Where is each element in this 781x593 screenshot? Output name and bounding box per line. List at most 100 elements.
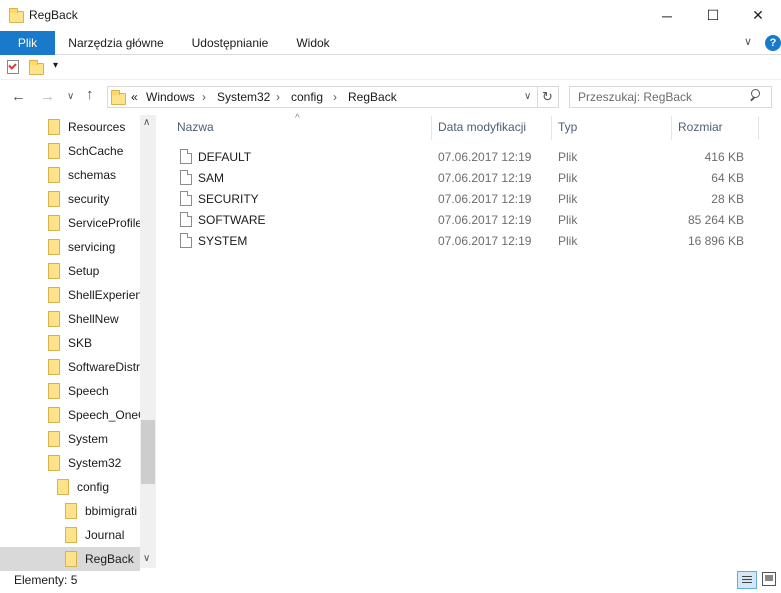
file-icon	[180, 149, 192, 164]
sidebar-item-journal[interactable]: Journal	[0, 523, 140, 547]
sidebar-item-schcache[interactable]: SchCache	[0, 139, 140, 163]
folder-icon	[48, 311, 60, 327]
sidebar-item-label: SKB	[68, 336, 93, 350]
sidebar-item-label: security	[68, 192, 110, 206]
help-icon[interactable]: ?	[765, 35, 781, 51]
scroll-down-icon[interactable]: ∨	[143, 553, 150, 564]
column-type[interactable]: Typ	[558, 120, 577, 134]
sidebar-item-softwaredistr[interactable]: SoftwareDistr	[0, 355, 140, 379]
folder-icon	[57, 479, 69, 495]
sidebar-item-shellexperien[interactable]: ShellExperien	[0, 283, 140, 307]
sort-ascending-icon: ^	[295, 113, 300, 124]
sidebar-item-system32[interactable]: System32	[0, 451, 140, 475]
sidebar-item-resources[interactable]: Resources	[0, 115, 140, 139]
folder-icon	[48, 167, 60, 183]
sidebar-item-bbimigrati[interactable]: bbimigrati	[0, 499, 140, 523]
folder-icon	[48, 191, 60, 207]
up-arrow-icon[interactable]: ↑	[86, 86, 94, 103]
sidebar-item-speech[interactable]: Speech	[0, 379, 140, 403]
file-type: Plik	[558, 150, 578, 164]
breadcrumb-system32[interactable]: System32	[217, 90, 270, 104]
forward-arrow-icon[interactable]: →	[40, 88, 55, 105]
chevron-right-icon[interactable]: ›	[202, 90, 206, 104]
file-size: 28 KB	[711, 192, 744, 206]
file-size: 16 896 KB	[687, 234, 744, 248]
folder-icon	[48, 335, 60, 351]
quick-access-toolbar: ▾	[0, 55, 781, 80]
sidebar-item-config[interactable]: config	[0, 475, 140, 499]
maximize-button[interactable]: ☐	[690, 0, 736, 31]
sidebar-item-label: Setup	[68, 264, 100, 278]
file-name: SECURITY	[198, 192, 259, 206]
breadcrumb-windows[interactable]: Windows	[146, 90, 195, 104]
details-view-icon[interactable]	[737, 571, 757, 589]
sidebar-scrollbar[interactable]	[140, 115, 156, 568]
search-box[interactable]: Przeszukaj: RegBack	[569, 86, 772, 108]
folder-icon	[65, 551, 77, 567]
navigation-pane[interactable]: Resources SchCache schemas security ServiceP…	[0, 115, 156, 571]
file-type: Plik	[558, 171, 578, 185]
file-row[interactable]: DEFAULT 07.06.2017 12:19 Plik 416 KB	[170, 146, 750, 167]
sidebar-item-servicing[interactable]: servicing	[0, 235, 140, 259]
sidebar-item-label: Resources	[68, 120, 126, 134]
sidebar-item-label: schemas	[68, 168, 117, 182]
new-folder-icon[interactable]	[29, 60, 44, 75]
breadcrumb-overflow[interactable]: «	[131, 90, 138, 104]
tab-view[interactable]: Widok	[287, 31, 339, 55]
column-date[interactable]: Data modyfikacji	[438, 120, 526, 134]
back-arrow-icon[interactable]: ←	[11, 88, 26, 105]
tab-share[interactable]: Udostępnianie	[180, 31, 280, 55]
sidebar-item-skb[interactable]: SKB	[0, 331, 140, 355]
minimize-button[interactable]: ─	[644, 0, 690, 31]
chevron-down-icon[interactable]: ∨	[744, 35, 752, 48]
search-input[interactable]: Przeszukaj: RegBack	[578, 90, 692, 104]
chevron-right-icon[interactable]: ›	[333, 90, 337, 104]
file-size: 416 KB	[704, 150, 744, 164]
sidebar-item-setup[interactable]: Setup	[0, 259, 140, 283]
sidebar-item-label: config	[77, 480, 110, 494]
sidebar-item-label: ServiceProfile	[68, 216, 140, 230]
recent-locations-icon[interactable]: ∨	[67, 91, 74, 102]
column-size[interactable]: Rozmiar	[678, 120, 723, 134]
customize-toolbar-icon[interactable]: ▾	[53, 60, 58, 71]
folder-icon	[48, 287, 60, 303]
file-name: SAM	[198, 171, 225, 185]
title-bar[interactable]: RegBack ─ ☐ ✕	[0, 0, 781, 31]
file-row[interactable]: SECURITY 07.06.2017 12:19 Plik 28 KB	[170, 188, 750, 209]
tab-home[interactable]: Narzędzia główne	[60, 31, 172, 55]
file-row[interactable]: SAM 07.06.2017 12:19 Plik 64 KB	[170, 167, 750, 188]
file-row[interactable]: SYSTEM 07.06.2017 12:19 Plik 16 896 KB	[170, 230, 750, 251]
sidebar-item-security[interactable]: security	[0, 187, 140, 211]
sidebar-scroll-thumb[interactable]	[141, 420, 155, 484]
large-icons-view-icon[interactable]	[762, 572, 776, 586]
properties-icon[interactable]	[7, 60, 19, 74]
folder-icon	[48, 383, 60, 399]
breadcrumb-config[interactable]: config	[291, 90, 323, 104]
sidebar-item-shellnew[interactable]: ShellNew	[0, 307, 140, 331]
scroll-up-icon[interactable]: ∧	[143, 117, 150, 128]
breadcrumb-regback[interactable]: RegBack	[348, 90, 397, 104]
folder-icon	[48, 263, 60, 279]
close-button[interactable]: ✕	[735, 0, 781, 31]
file-row[interactable]: SOFTWARE 07.06.2017 12:19 Plik 85 264 KB	[170, 209, 750, 230]
sidebar-item-label: System	[68, 432, 109, 446]
tab-file[interactable]: Plik	[0, 31, 55, 55]
file-name: SYSTEM	[198, 234, 248, 248]
chevron-right-icon[interactable]: ›	[276, 90, 280, 104]
sidebar-item-system[interactable]: System	[0, 427, 140, 451]
sidebar-item-label: SoftwareDistr	[68, 360, 140, 374]
folder-icon	[48, 431, 60, 447]
sidebar-item-label: RegBack	[85, 552, 134, 566]
file-icon	[180, 212, 192, 227]
refresh-icon[interactable]: ↻	[542, 89, 553, 105]
sidebar-item-schemas[interactable]: schemas	[0, 163, 140, 187]
sidebar-item-speech-onec[interactable]: Speech_OneC	[0, 403, 140, 427]
folder-icon	[48, 119, 60, 135]
column-name[interactable]: Nazwa	[177, 120, 214, 134]
address-bar[interactable]: « Windows › System32 › config › RegBack …	[107, 86, 559, 108]
sidebar-item-serviceprofile[interactable]: ServiceProfile	[0, 211, 140, 235]
sidebar-item-label: System32	[68, 456, 122, 470]
address-dropdown-icon[interactable]: ∨	[524, 91, 531, 102]
folder-icon	[48, 455, 60, 471]
file-name: SOFTWARE	[198, 213, 266, 227]
